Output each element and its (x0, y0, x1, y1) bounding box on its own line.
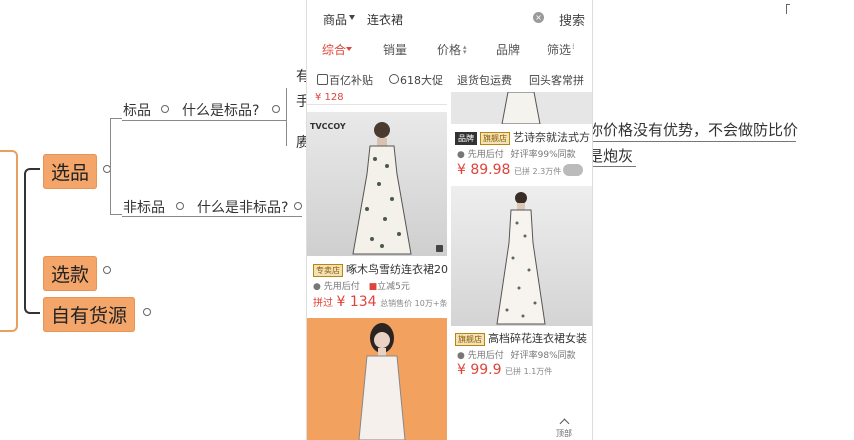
product-title-text: 高档碎花连衣裙女装 (488, 332, 587, 345)
service-line: ● 先用后付 好评率99%同款 (457, 147, 576, 160)
store-tag: 旗舰店 (455, 333, 485, 346)
product-price: 拼过 ¥ 134 总销售价 10万+条 (313, 294, 448, 310)
topic-select-product[interactable]: 选品 (43, 154, 98, 189)
shield-icon: ● (457, 351, 465, 361)
shield-icon: ● (457, 150, 465, 160)
note-underline (588, 141, 796, 142)
topic-select-style[interactable]: 选款 (43, 256, 98, 291)
expand-dot[interactable] (143, 308, 151, 316)
price-value: ¥ 89.98 (457, 162, 511, 178)
sold-count: 已拼 2.3万件 (513, 167, 562, 176)
question-nonstandard[interactable]: 什么是非标品? (197, 197, 288, 217)
promo-repeat-buyers[interactable]: 回头客常拼 (529, 72, 584, 88)
question-standard[interactable]: 什么是标品? (182, 100, 259, 120)
brand-tag: 品牌 (455, 132, 477, 145)
avatar (563, 164, 583, 176)
note-line-2: 是炮灰 (588, 147, 634, 165)
price-prefix: 拼过 (313, 298, 333, 309)
sold-count: 总销售价 10万+条 (380, 299, 448, 308)
connector (110, 118, 122, 119)
service-text: 先用后付 (467, 150, 504, 160)
collapse-dot[interactable] (161, 105, 169, 113)
branch-nonstandard[interactable]: 非标品 (123, 197, 165, 217)
tab-price[interactable]: 价格 (437, 41, 461, 58)
discount-text: 立减5元 (377, 282, 410, 292)
chevron-down-icon (349, 15, 355, 20)
tab-filter[interactable]: 筛选 (547, 41, 571, 58)
sort-tabs: 综合 销量 价格 ▴ ▾ 品牌 筛选 ⁞ (307, 36, 592, 62)
sort-arrows-icon: ▴ ▾ (463, 43, 467, 56)
rating-text: 好评率98%同款 (510, 351, 576, 361)
sold-count: 已拼 1.1万件 (505, 367, 553, 376)
promo-bar: 百亿补贴 618大促 退货包运费 回头客常拼 (307, 66, 592, 90)
shield-icon: ● (313, 282, 321, 292)
product-title[interactable]: 品牌 旗舰店 艺诗奈就法式方 (455, 129, 590, 145)
collapse-dot[interactable] (176, 202, 184, 210)
price-value: ¥ 134 (336, 294, 377, 310)
dress-figure (352, 122, 412, 255)
more-icon[interactable] (436, 245, 443, 252)
search-input[interactable]: 连衣裙 (367, 11, 403, 28)
connector (110, 118, 111, 214)
divider (307, 104, 447, 105)
clear-icon[interactable]: × (533, 12, 544, 23)
topic-own-source[interactable]: 自有货源 (43, 297, 136, 332)
store-tag: 专卖店 (313, 264, 343, 277)
expand-dot[interactable] (103, 266, 111, 274)
corner-mark-icon (786, 4, 790, 14)
search-button[interactable]: 搜索 (559, 10, 585, 29)
promo-subsidy[interactable]: 百亿补贴 (329, 72, 373, 88)
tab-comprehensive[interactable]: 综合 (322, 41, 346, 58)
note-underline (588, 166, 636, 167)
store-tag: 旗舰店 (480, 132, 510, 145)
collapse-dot[interactable] (272, 105, 280, 113)
dress-figure (501, 92, 541, 124)
chevron-up-icon[interactable] (559, 418, 570, 429)
tab-brand[interactable]: 品牌 (496, 41, 520, 58)
promo-free-return[interactable]: 退货包运费 (457, 72, 512, 88)
product-title[interactable]: 旗舰店 高档碎花连衣裙女装 (455, 330, 587, 346)
phone-screen: 商品 连衣裙 × 搜索 综合 销量 价格 ▴ ▾ 品牌 筛选 ⁞ 百亿补贴 618… (306, 0, 593, 440)
dress-figure (496, 192, 546, 325)
discount-icon: ■ (368, 282, 378, 292)
price-value: ¥ 99.9 (457, 362, 502, 378)
expand-dot[interactable] (294, 202, 302, 210)
product-price: ¥ 89.98 已拼 2.3万件 (457, 162, 561, 178)
note-line-1: 你价格没有优势，不会做防比价 (588, 121, 799, 139)
product-image[interactable] (307, 318, 447, 440)
rating-text: 好评率99%同款 (510, 150, 576, 160)
product-title-text: 艺诗奈就法式方 (513, 131, 590, 144)
product-title[interactable]: 专卖店 啄木鸟雪纺连衣裙20 (313, 261, 448, 277)
promo-618[interactable]: 618大促 (400, 72, 443, 88)
chevron-down-icon (346, 47, 352, 51)
clock-icon (389, 74, 399, 84)
product-image[interactable] (451, 186, 592, 326)
filter-icon: ⁞ (572, 42, 575, 51)
search-category[interactable]: 商品 (323, 11, 347, 28)
service-line: ● 先用后付 ■立减5元 (313, 279, 410, 292)
service-text: 先用后付 (323, 282, 360, 292)
branch-standard[interactable]: 标品 (123, 100, 151, 120)
left-bracket (0, 150, 18, 332)
product-title-text: 啄木鸟雪纺连衣裙20 (346, 263, 448, 276)
top-card-price: ¥ 128 (315, 92, 344, 103)
product-image[interactable]: TVCCOY (307, 112, 447, 256)
connector (110, 214, 122, 215)
product-price: ¥ 99.9 已拼 1.1万件 (457, 362, 552, 378)
connector (286, 88, 287, 146)
service-line: ● 先用后付 好评率98%同款 (457, 348, 576, 361)
model-figure (358, 323, 406, 440)
coupon-icon (317, 74, 328, 85)
service-text: 先用后付 (467, 351, 504, 361)
main-bracket (24, 168, 40, 314)
search-bar[interactable]: 商品 连衣裙 × 搜索 (307, 0, 592, 36)
connector (122, 120, 286, 121)
tab-sales[interactable]: 销量 (383, 41, 407, 58)
product-image[interactable] (451, 92, 592, 124)
back-to-top-button[interactable]: 顶部 (556, 428, 572, 439)
